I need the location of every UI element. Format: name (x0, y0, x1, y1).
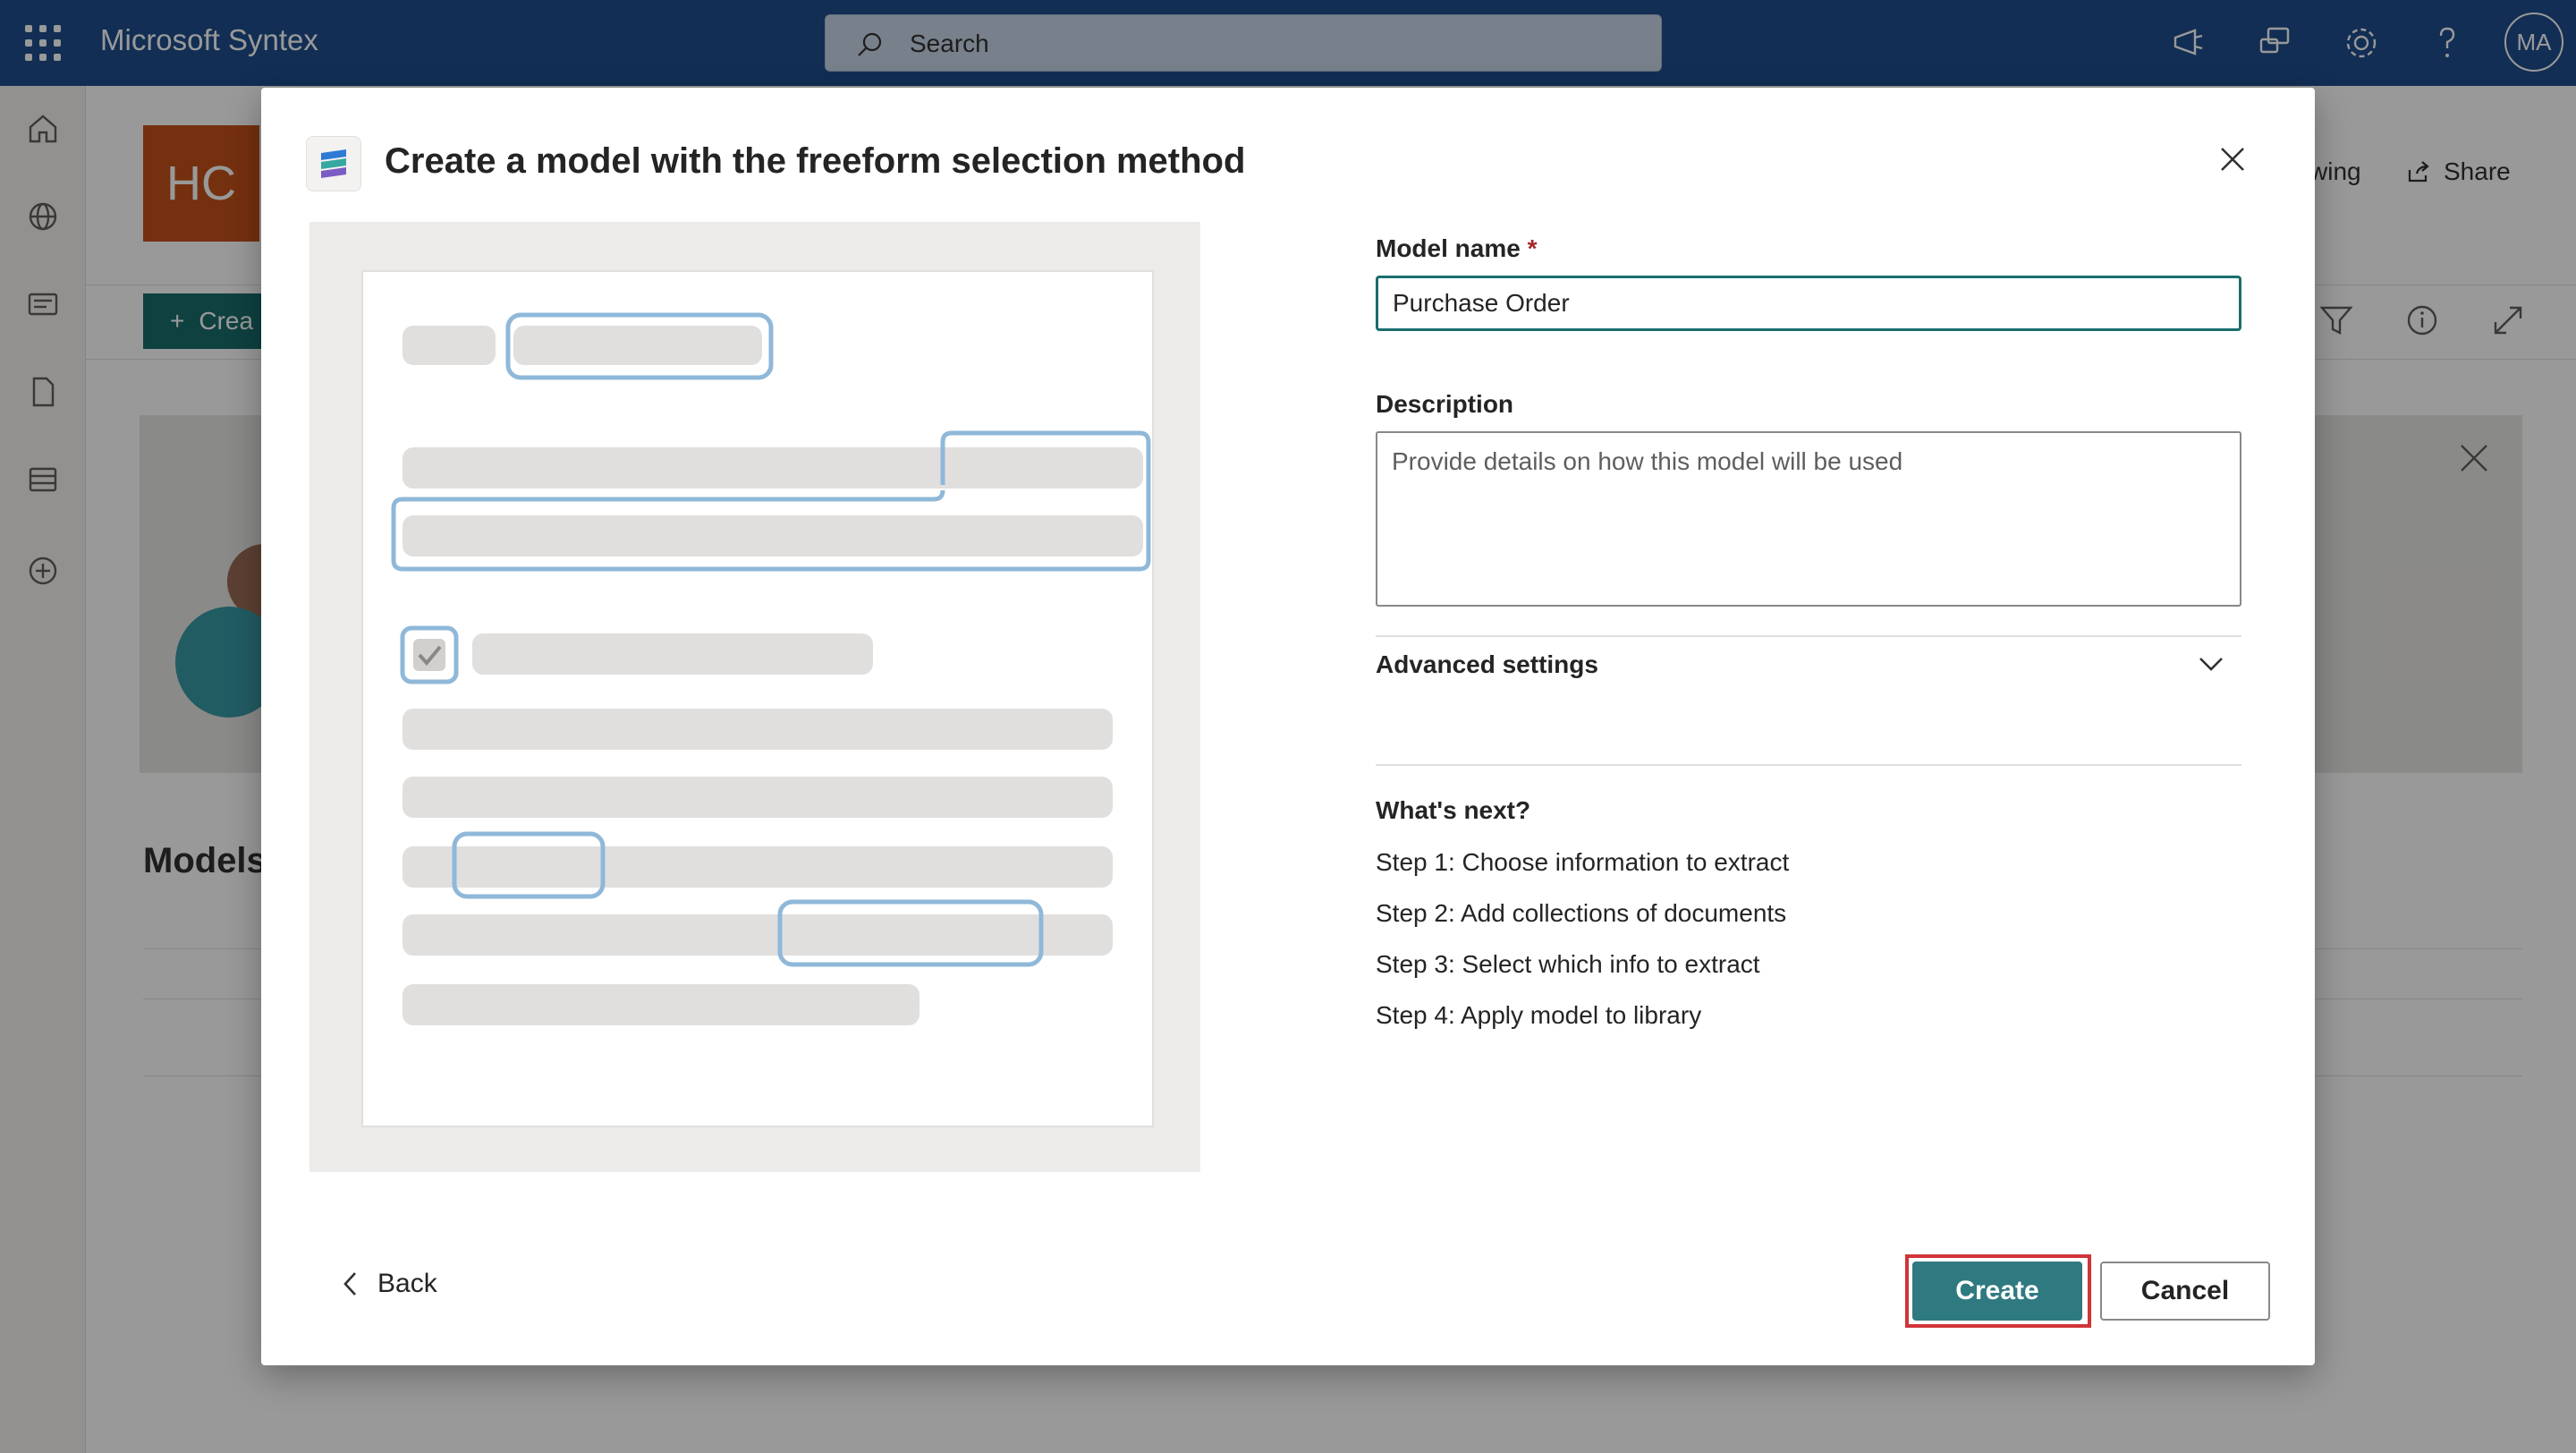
model-name-label: Model name * (1376, 234, 1538, 263)
close-icon[interactable] (2215, 141, 2250, 177)
document-sketch (391, 312, 1151, 1025)
illustration-document (361, 270, 1154, 1127)
freeform-illustration (309, 222, 1200, 1172)
create-model-dialog: Create a model with the freeform selecti… (261, 88, 2315, 1365)
dialog-title: Create a model with the freeform selecti… (385, 141, 1246, 181)
step-4: Step 4: Apply model to library (1376, 1001, 1702, 1029)
step-2: Step 2: Add collections of documents (1376, 899, 1787, 927)
section-divider (1376, 764, 2241, 766)
description-textarea[interactable] (1376, 431, 2241, 607)
cancel-button[interactable]: Cancel (2100, 1262, 2270, 1321)
back-button[interactable]: Back (342, 1269, 437, 1299)
syntex-logo-icon (306, 136, 361, 191)
description-label: Description (1376, 390, 1514, 418)
whats-next-heading: What's next? (1376, 796, 1531, 824)
advanced-settings-toggle[interactable]: Advanced settings (1376, 633, 2241, 696)
chevron-down-icon (2199, 658, 2223, 671)
step-3: Step 3: Select which info to extract (1376, 950, 1760, 978)
model-name-input[interactable] (1376, 276, 2241, 331)
model-name-label-text: Model name (1376, 234, 1521, 262)
create-button[interactable]: Create (1912, 1262, 2082, 1321)
back-label: Back (377, 1269, 437, 1298)
chevron-left-icon (343, 1272, 356, 1296)
required-indicator: * (1527, 234, 1538, 262)
advanced-settings-label: Advanced settings (1376, 650, 1598, 678)
step-1: Step 1: Choose information to extract (1376, 848, 1790, 876)
